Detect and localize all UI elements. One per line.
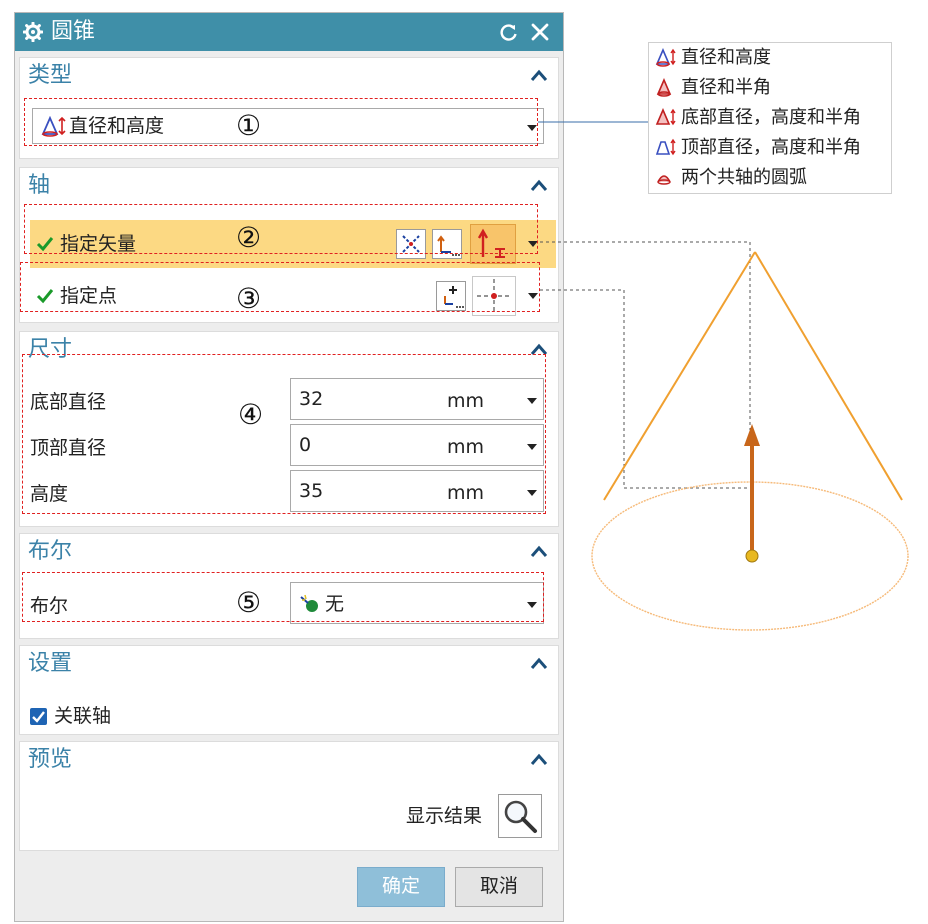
cone-right-edge (754, 251, 903, 501)
cone-preview-graphic (538, 121, 909, 631)
cone-left-edge (603, 251, 756, 501)
point-leader-line (540, 289, 750, 489)
vector-leader-line (540, 241, 751, 430)
axis-arrow-head (744, 424, 760, 446)
axis-origin-point (745, 549, 759, 563)
